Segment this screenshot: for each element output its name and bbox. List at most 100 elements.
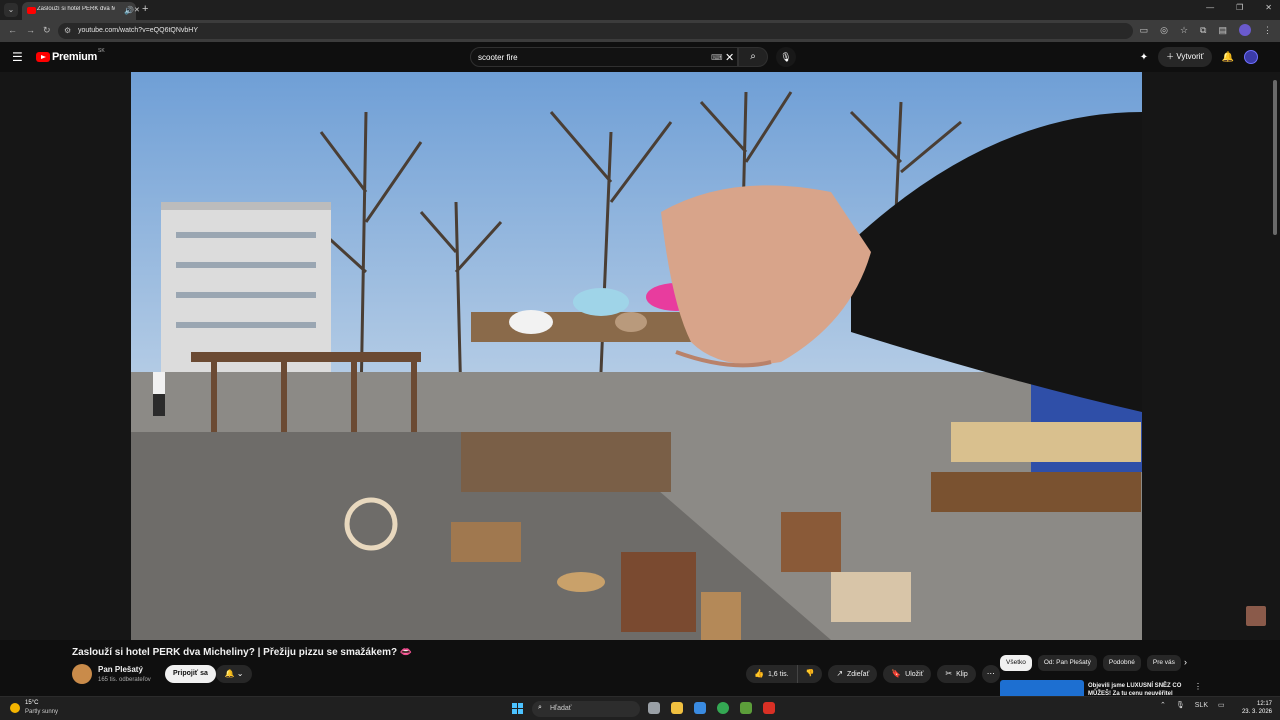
hamburger-menu-icon[interactable]: ☰ <box>12 50 23 64</box>
chip-related[interactable]: Podobné <box>1102 655 1141 671</box>
site-info-icon[interactable]: ⚙ <box>64 26 71 35</box>
like-count: 1,6 tis. <box>767 671 789 678</box>
weather-sun-icon[interactable] <box>10 703 20 713</box>
task-view-icon[interactable] <box>648 702 660 714</box>
bookmark-icon: 🔖 <box>891 669 902 678</box>
like-dislike-group: 👍 1,6 tis. 👎 <box>746 665 823 683</box>
reload-icon[interactable]: ↻ <box>43 25 51 36</box>
app-icon[interactable] <box>740 702 752 714</box>
gemini-icon[interactable]: ✦ <box>1140 52 1148 63</box>
clear-search-icon[interactable]: ✕ <box>725 51 734 64</box>
thumbs-up-icon: 👍 <box>754 669 764 678</box>
windows-taskbar: 15°C Partly sunny ⌕ Hľadať ⌃ 🎙 SLK ▭ 12:… <box>0 696 1280 720</box>
recommendation-menu-icon[interactable]: ⋮ <box>1194 682 1202 691</box>
clock-date: 23. 3. 2026 <box>1241 709 1272 715</box>
thumbs-down-icon: 👎 <box>805 670 815 677</box>
window-controls: — ❐ ✕ <box>1206 3 1272 12</box>
clock-time: 12:17 <box>1256 701 1272 707</box>
address-bar[interactable]: ⚙ youtube.com/watch?v=eQQ6tQNvbHY <box>58 23 1133 39</box>
microphone-icon: 🎙 <box>780 52 792 62</box>
tab-close-icon[interactable]: ✕ <box>134 6 140 14</box>
windows-start-icon[interactable] <box>512 703 523 714</box>
extensions-icon[interactable]: ⧉ <box>1200 25 1206 36</box>
account-avatar[interactable] <box>1244 50 1258 64</box>
recommendation-chips: Všetko Od: Pan Plešatý Podobné Pre vás <box>1000 655 1190 671</box>
notifications-bell-icon[interactable]: 🔔 <box>1222 52 1234 63</box>
save-label: Uložiť <box>905 671 924 678</box>
subscription-bell-button[interactable]: 🔔 ⌄ <box>216 665 252 683</box>
scissors-icon: ✂ <box>945 669 953 678</box>
reading-list-icon[interactable]: ▤ <box>1218 25 1227 36</box>
channel-avatar[interactable] <box>72 664 92 684</box>
more-actions-button[interactable]: ⋯ <box>981 665 1000 683</box>
browser-tab-strip: ⌄ Zaslouží si hotel PERK dva M 🔊 ✕ + — ❐… <box>0 0 1280 20</box>
back-icon[interactable]: ← <box>8 25 17 35</box>
minimize-icon[interactable]: — <box>1206 3 1214 12</box>
save-button[interactable]: 🔖 Uložiť <box>883 665 932 683</box>
system-clock[interactable]: 12:17 23. 3. 2026 <box>1240 700 1272 716</box>
close-window-icon[interactable]: ✕ <box>1265 3 1272 12</box>
toolbar-actions: ▭ ◎ ☆ ⧉ ▤ ⋮ <box>1140 24 1272 36</box>
restore-icon[interactable]: ❐ <box>1236 3 1243 12</box>
channel-name[interactable]: Pan Plešatý <box>98 665 143 674</box>
youtube-masthead: ☰ Premium SK scooter fire ⌨ ✕ ⌕ 🎙 ✦ ＋ Vy… <box>0 42 1280 72</box>
share-button[interactable]: ↗ Zdieľať <box>828 665 878 683</box>
search-input[interactable]: scooter fire ⌨ ✕ <box>470 47 738 67</box>
youtube-logo[interactable]: Premium SK <box>36 48 105 63</box>
audio-playing-icon[interactable]: 🔊 <box>124 6 134 15</box>
chrome-icon[interactable] <box>717 702 729 714</box>
eye-off-icon[interactable]: ◎ <box>1160 25 1168 36</box>
search-icon: ⌕ <box>750 51 756 62</box>
weather-temperature[interactable]: 15°C <box>25 700 38 706</box>
tab-title: Zaslouží si hotel PERK dva M <box>37 6 115 12</box>
tab-search-button[interactable]: ⌄ <box>4 3 18 17</box>
cast-icon[interactable]: ▭ <box>1140 25 1149 36</box>
clip-button[interactable]: ✂ Klip <box>937 665 976 683</box>
dislike-button[interactable]: 👎 <box>797 665 823 683</box>
search-button[interactable]: ⌕ <box>738 47 768 67</box>
acrobat-icon[interactable] <box>763 702 775 714</box>
youtube-play-icon <box>36 52 50 62</box>
video-title: Zaslouží si hotel PERK dva Micheliny? | … <box>72 647 413 658</box>
forward-icon[interactable]: → <box>26 25 35 35</box>
chip-for-you[interactable]: Pre vás <box>1146 655 1181 671</box>
join-button[interactable]: Pripojiť sa <box>165 665 216 683</box>
video-frame[interactable] <box>131 72 1142 640</box>
browser-menu-icon[interactable]: ⋮ <box>1263 25 1272 36</box>
video-player[interactable] <box>0 72 1280 640</box>
video-actions: 👍 1,6 tis. 👎 ↗ Zdieľať 🔖 Uložiť ✂ Klip ⋯ <box>746 665 1000 683</box>
weather-description[interactable]: Partly sunny <box>25 709 58 715</box>
network-icon[interactable]: ▭ <box>1218 701 1225 709</box>
language-indicator[interactable]: SLK <box>1195 702 1208 709</box>
voice-search-button[interactable]: 🎙 <box>776 47 796 67</box>
chevron-right-icon[interactable]: › <box>1184 657 1187 667</box>
keyboard-icon[interactable]: ⌨ <box>711 53 723 62</box>
share-icon: ↗ <box>836 669 844 678</box>
recommendation-thumbnail[interactable] <box>1000 680 1084 696</box>
store-icon[interactable] <box>694 702 706 714</box>
tray-chevron-icon[interactable]: ⌃ <box>1160 701 1166 709</box>
tray-mic-icon[interactable]: 🎙 <box>1176 701 1185 709</box>
create-button[interactable]: ＋ Vytvoriť <box>1158 47 1212 67</box>
country-code: SK <box>97 48 105 54</box>
clip-label: Klip <box>956 671 968 678</box>
file-explorer-icon[interactable] <box>671 702 683 714</box>
bookmark-star-icon[interactable]: ☆ <box>1180 25 1188 36</box>
masthead-actions: ✦ ＋ Vytvoriť 🔔 <box>1140 47 1258 67</box>
search-icon: ⌕ <box>538 704 542 711</box>
like-button[interactable]: 👍 1,6 tis. <box>746 665 798 683</box>
page-scrollbar-thumb[interactable] <box>1273 80 1277 235</box>
miniplayer-thumbnail[interactable] <box>1246 606 1266 626</box>
taskbar-search[interactable]: ⌕ Hľadať <box>532 701 640 717</box>
more-icon: ⋯ <box>986 669 995 678</box>
profile-avatar[interactable] <box>1239 24 1251 36</box>
chevron-down-icon: ⌄ <box>236 669 244 678</box>
search-query[interactable]: scooter fire <box>478 53 518 62</box>
chip-from-channel[interactable]: Od: Pan Plešatý <box>1037 655 1097 671</box>
browser-tab[interactable]: Zaslouží si hotel PERK dva M 🔊 ✕ <box>22 2 140 20</box>
taskbar-search-placeholder: Hľadať <box>550 705 572 712</box>
system-tray: ⌃ 🎙 SLK ▭ <box>1160 701 1225 710</box>
new-tab-button[interactable]: + <box>142 3 148 15</box>
chip-all[interactable]: Všetko <box>1000 655 1032 671</box>
url-text[interactable]: youtube.com/watch?v=eQQ6tQNvbHY <box>78 27 198 34</box>
